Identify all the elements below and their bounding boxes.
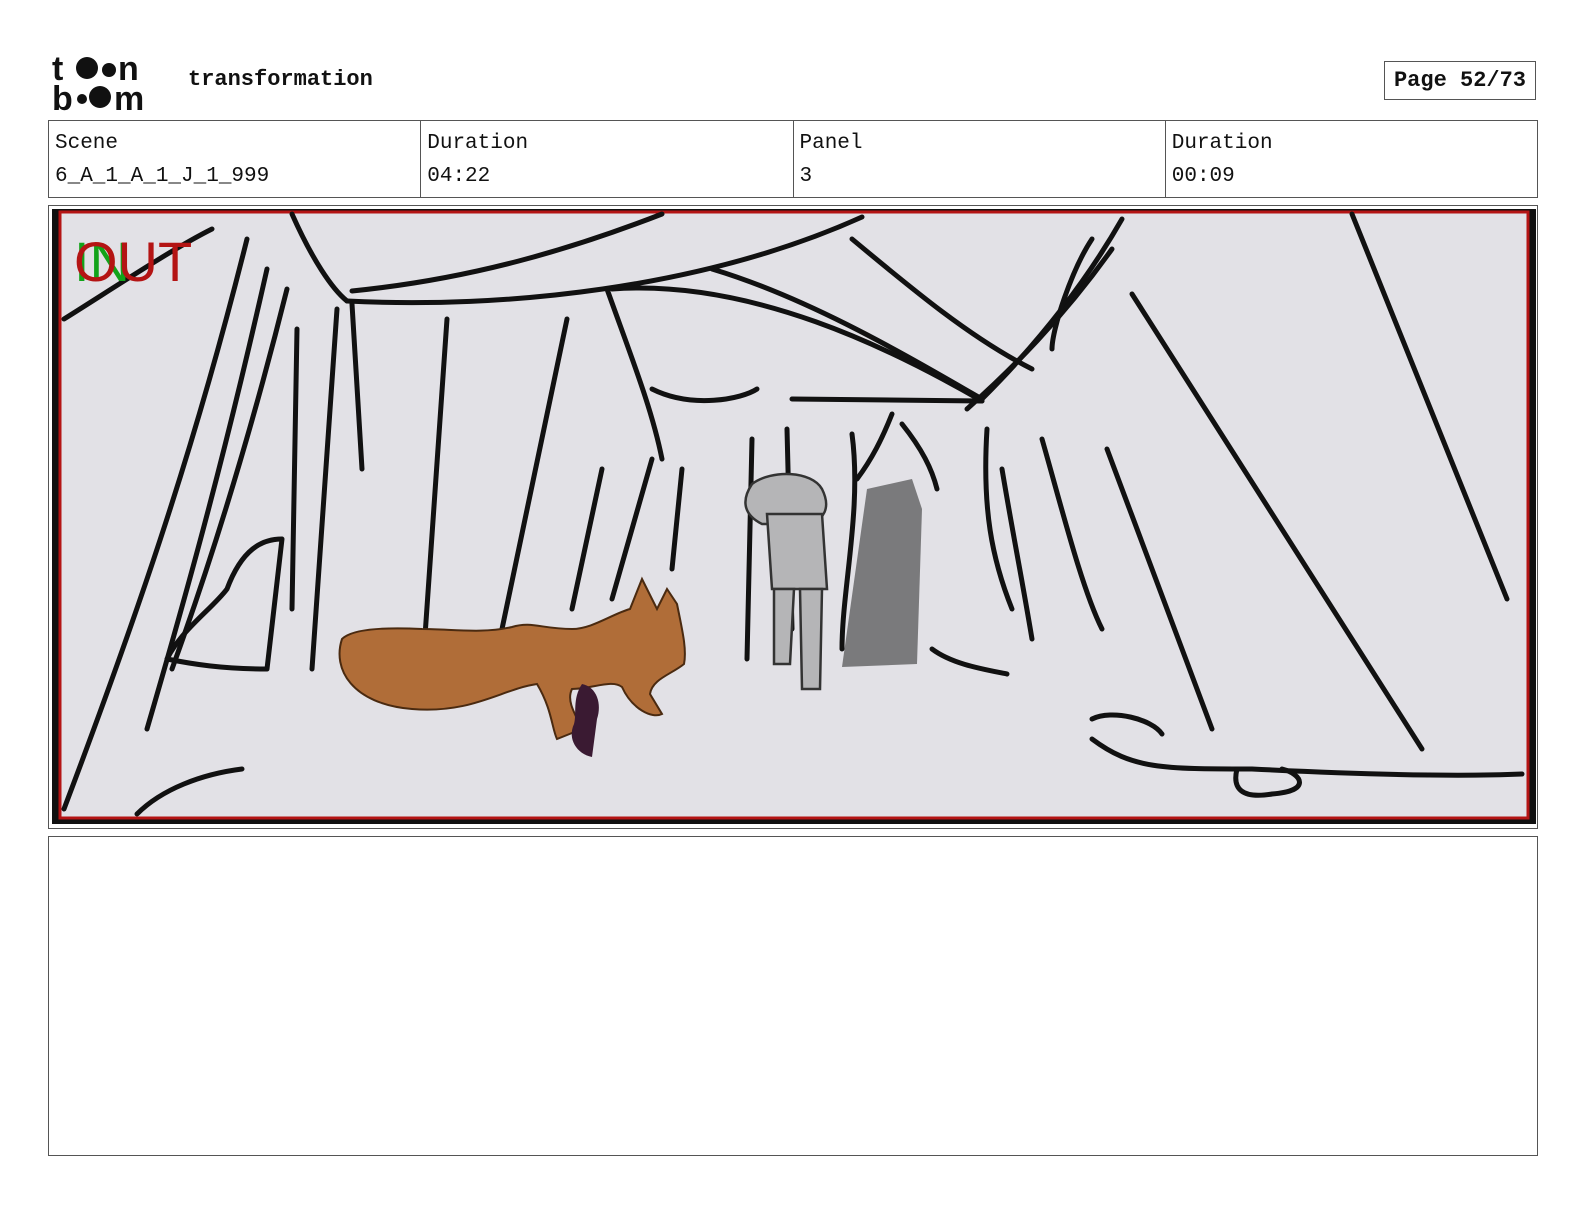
scene-duration-cell: Duration 04:22 — [421, 121, 794, 197]
panel-cell: Panel 3 — [794, 121, 1166, 197]
panel-value: 3 — [799, 165, 813, 188]
scene-duration-value: 04:22 — [427, 165, 491, 188]
scene-cell: Scene 6_A_1_A_1_J_1_999 — [49, 121, 422, 197]
svg-text:b: b — [52, 80, 73, 112]
panel-label: Panel — [799, 132, 863, 155]
panel-duration-value: 00:09 — [1171, 165, 1235, 188]
page-indicator: Page 52/73 — [1384, 61, 1536, 100]
in-out-marker: IN OUT — [74, 234, 204, 290]
scene-info-table: Scene 6_A_1_A_1_J_1_999 Duration 04:22 P… — [48, 120, 1538, 198]
project-title: transformation — [188, 67, 373, 92]
scene-label: Scene — [55, 132, 119, 155]
scene-value: 6_A_1_A_1_J_1_999 — [55, 165, 270, 188]
panel-notes-box — [48, 836, 1538, 1156]
out-marker: OUT — [74, 230, 193, 293]
toon-boom-logo: t n b m — [52, 52, 144, 112]
panel-duration-label: Duration — [1171, 132, 1273, 155]
svg-text:m: m — [114, 80, 144, 112]
scene-duration-label: Duration — [427, 132, 529, 155]
storyboard-panel-image — [52, 209, 1536, 824]
panel-duration-cell: Duration 00:09 — [1166, 121, 1537, 197]
